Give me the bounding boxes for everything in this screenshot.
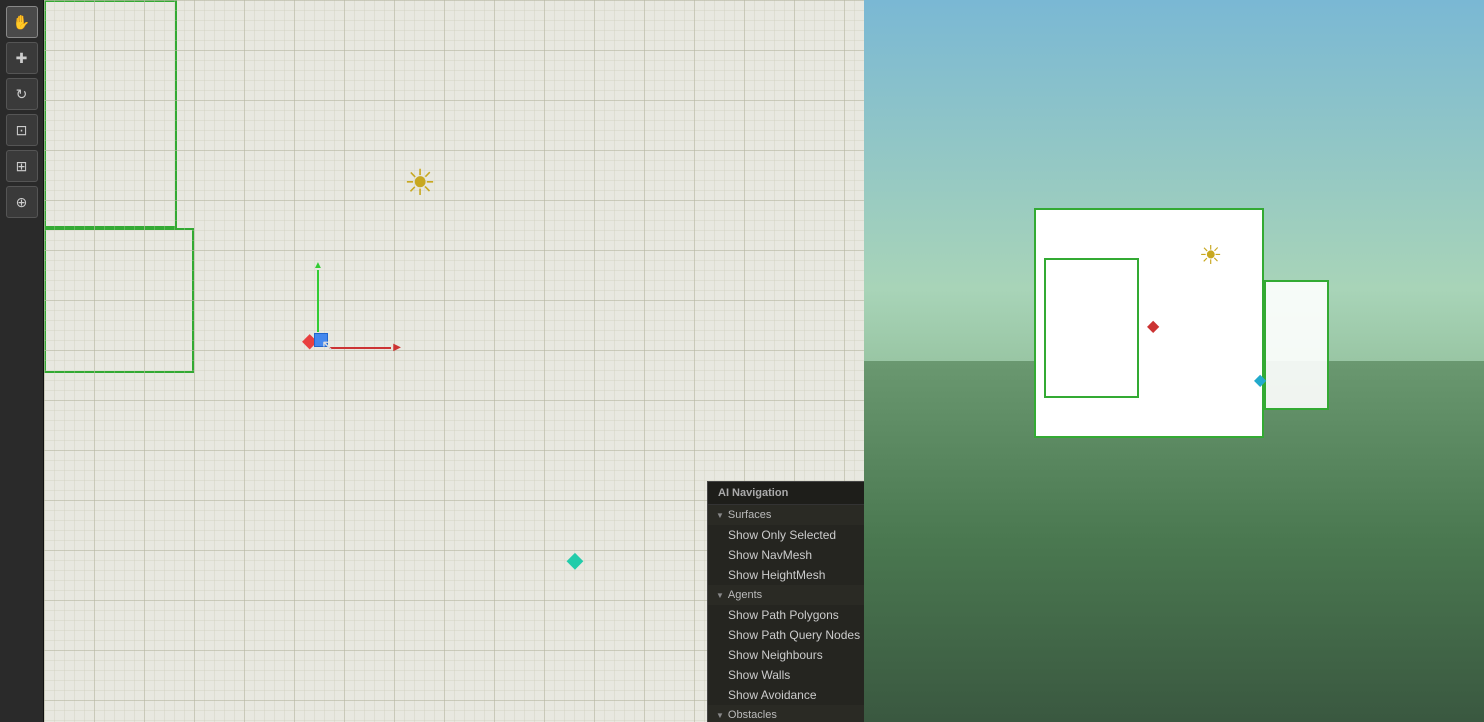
vp-right-second-nav-rect [1264,280,1329,410]
nav-surface-rect-2 [44,228,194,373]
globe-tool-button[interactable]: ⊕ [6,186,38,218]
ai-navigation-menu: AI Navigation Surfaces Show Only Selecte… [707,481,864,722]
show-navmesh-label: Show NavMesh [728,548,812,562]
move-tool-button[interactable]: ✚ [6,42,38,74]
vp-right-sun-icon: ☀ [1199,240,1222,271]
toolbar: ✋ ✚ ↻ ⊡ ⊞ ⊕ [0,0,44,722]
rotate-tool-button[interactable]: ↻ [6,78,38,110]
menu-section-surfaces[interactable]: Surfaces [708,505,864,525]
show-walls-label: Show Walls [728,668,790,682]
menu-section-obstacles[interactable]: Obstacles [708,705,864,722]
show-path-query-nodes-label: Show Path Query Nodes [728,628,860,642]
show-avoidance-label: Show Avoidance [728,688,817,702]
vp-right-query-node-icon: ◆ [1254,370,1266,390]
sun-light-icon: ☀ [400,163,440,203]
hand-tool-button[interactable]: ✋ [6,6,38,38]
menu-item-show-avoidance[interactable]: Show Avoidance [708,685,864,705]
viewport-left[interactable]: ☀ ↖ ◆ AI Navigation Surfaces Sho [44,0,864,722]
menu-item-show-only-selected[interactable]: Show Only Selected [708,525,864,545]
move-gizmo-y-arrow [317,270,319,332]
menu-title: AI Navigation [708,482,864,505]
menu-section-agents[interactable]: Agents [708,585,864,605]
show-only-selected-label: Show Only Selected [728,528,836,542]
menu-item-show-navmesh[interactable]: Show NavMesh ✓ [708,545,864,565]
move-gizmo-handle [314,333,328,347]
vp-right-agent-icon: ◆ [1147,316,1159,336]
show-neighbours-label: Show Neighbours [728,648,823,662]
surfaces-section-label: Surfaces [728,509,771,521]
show-heightmesh-label: Show HeightMesh [728,568,825,582]
menu-item-show-path-polygons[interactable]: Show Path Polygons ✓ [708,605,864,625]
obstacles-section-label: Obstacles [728,709,777,721]
nav-surface-rect-1 [44,0,177,228]
viewport-right[interactable]: ☀ ◆ ◆ [864,0,1484,722]
nav-query-node-icon: ◆ [564,547,586,569]
menu-item-show-heightmesh[interactable]: Show HeightMesh [708,565,864,585]
agents-section-label: Agents [728,589,762,601]
vp-right-inner-nav-rect [1044,258,1139,398]
menu-item-show-neighbours[interactable]: Show Neighbours [708,645,864,665]
scale-tool-button[interactable]: ⊡ [6,114,38,146]
menu-item-show-walls[interactable]: Show Walls [708,665,864,685]
rect-select-tool-button[interactable]: ⊞ [6,150,38,182]
show-path-polygons-label: Show Path Polygons [728,608,839,622]
viewports: ☀ ↖ ◆ AI Navigation Surfaces Sho [44,0,1484,722]
move-gizmo-x-arrow [329,347,391,349]
main-container: ✋ ✚ ↻ ⊡ ⊞ ⊕ ☀ ↖ ◆ [0,0,1484,722]
menu-item-show-path-query-nodes[interactable]: Show Path Query Nodes [708,625,864,645]
